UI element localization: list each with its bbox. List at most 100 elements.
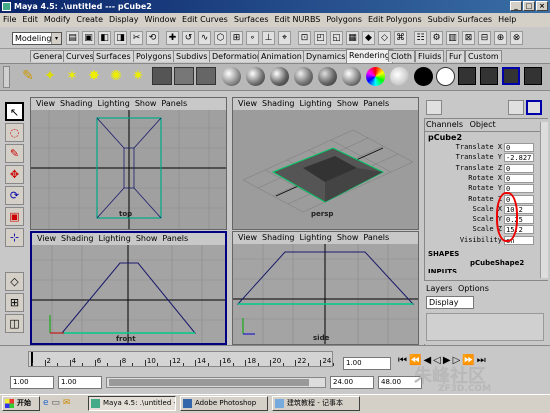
- status-tool-icon[interactable]: ⚙: [430, 31, 443, 45]
- ipr-render-icon[interactable]: [480, 67, 498, 85]
- viewport-top[interactable]: View Shading Lighting Show Panels top: [30, 97, 227, 230]
- vp-menu-shading[interactable]: Shading: [61, 234, 94, 243]
- channel-row[interactable]: Translate X0: [426, 143, 536, 153]
- status-tool-icon[interactable]: ⊟: [478, 31, 491, 45]
- status-tool-icon[interactable]: ◧: [98, 31, 111, 45]
- lambert-sphere-icon[interactable]: [222, 67, 241, 86]
- clapper-render-icon[interactable]: [458, 67, 476, 85]
- task-notepad[interactable]: 建筑教程 - 记事本: [272, 396, 360, 411]
- shelf-tab-custom[interactable]: Custom: [465, 50, 502, 62]
- vp-menu-panels[interactable]: Panels: [363, 99, 389, 108]
- phong-sphere-icon[interactable]: [270, 67, 289, 86]
- directional-light-icon[interactable]: ✶: [62, 66, 82, 86]
- task-maya[interactable]: Maya 4.5: .\untitled ---: [88, 396, 176, 411]
- phonge-sphere-icon[interactable]: [294, 67, 313, 86]
- go-to-start-icon[interactable]: ⏮: [398, 355, 409, 366]
- shelf-tab-deformation[interactable]: Deformation: [209, 50, 265, 62]
- status-tool-icon[interactable]: ⟲: [146, 31, 159, 45]
- shelf-menu-icon[interactable]: [3, 66, 10, 88]
- vp-menu-lighting[interactable]: Lighting: [98, 234, 130, 243]
- status-tool-icon[interactable]: ◨: [114, 31, 127, 45]
- vp-menu-shading[interactable]: Shading: [60, 99, 93, 108]
- vp-menu-view[interactable]: View: [36, 99, 55, 108]
- hypershade-icon[interactable]: [524, 67, 542, 85]
- shelf-tab-dynamics[interactable]: Dynamics: [303, 50, 349, 62]
- menu-display[interactable]: Display: [106, 13, 142, 27]
- layer-editor-icon[interactable]: [508, 100, 524, 115]
- pencil-light-icon[interactable]: ✎: [18, 66, 38, 86]
- channel-value-field[interactable]: 0: [504, 173, 534, 183]
- vp-menu-show[interactable]: Show: [136, 234, 158, 243]
- channel-value-field[interactable]: 0: [504, 163, 534, 173]
- playback-end-field[interactable]: 24.00: [330, 376, 374, 389]
- status-tool-icon[interactable]: ⌘: [394, 31, 407, 45]
- shelf-tab-general[interactable]: General: [30, 50, 68, 62]
- vp-menu-panels[interactable]: Panels: [162, 234, 188, 243]
- current-time-field[interactable]: 1.00: [343, 357, 391, 370]
- status-tool-icon[interactable]: ◇: [378, 31, 391, 45]
- menu-edit[interactable]: Edit: [19, 13, 41, 27]
- layer-display-dropdown[interactable]: Display: [426, 296, 474, 309]
- ramp-sphere-icon[interactable]: [366, 67, 385, 86]
- scale-tool-icon[interactable]: ▣: [5, 207, 24, 226]
- status-tool-icon[interactable]: ⊥: [262, 31, 275, 45]
- vp-menu-lighting[interactable]: Lighting: [299, 233, 331, 242]
- status-tool-icon[interactable]: ⊠: [462, 31, 475, 45]
- status-tool-icon[interactable]: ∿: [198, 31, 211, 45]
- status-tool-icon[interactable]: ⬡: [214, 31, 227, 45]
- channel-row[interactable]: Rotate Z0: [426, 194, 536, 205]
- status-tool-icon[interactable]: ☷: [414, 31, 427, 45]
- point-light-icon[interactable]: ✸: [84, 66, 104, 86]
- status-tool-icon[interactable]: ▣: [82, 31, 95, 45]
- vp-menu-view[interactable]: View: [238, 233, 257, 242]
- anim-start-field[interactable]: 1.00: [58, 376, 102, 389]
- vp-menu-panels[interactable]: Panels: [363, 233, 389, 242]
- channel-row[interactable]: Visibility on: [426, 235, 536, 246]
- menu-window[interactable]: Window: [142, 13, 180, 27]
- persp-outliner-layout-icon[interactable]: ◫: [5, 314, 24, 333]
- layer-list[interactable]: [426, 313, 544, 341]
- vp-menu-shading[interactable]: Shading: [262, 233, 295, 242]
- shelf-tab-animation[interactable]: Animation: [258, 50, 305, 62]
- status-tool-icon[interactable]: ▤: [66, 31, 79, 45]
- blinn-sphere-icon[interactable]: [246, 67, 265, 86]
- menu-file[interactable]: File: [0, 13, 19, 27]
- move-tool-icon[interactable]: ✥: [5, 165, 24, 184]
- vp-menu-lighting[interactable]: Lighting: [97, 99, 129, 108]
- channel-row[interactable]: Scale Z 15.2: [426, 225, 536, 235]
- vp-menu-view[interactable]: View: [238, 99, 257, 108]
- status-tool-icon[interactable]: ⊗: [510, 31, 523, 45]
- task-photoshop[interactable]: Adobe Photoshop: [180, 396, 268, 411]
- show-desktop-icon[interactable]: ▭: [51, 398, 60, 408]
- channel-row[interactable]: Rotate Y0: [426, 184, 536, 194]
- tab-options[interactable]: Options: [458, 284, 489, 293]
- vp-menu-show[interactable]: Show: [337, 233, 359, 242]
- shelf-tab-fluids[interactable]: Fluids: [415, 50, 445, 62]
- channel-value-field[interactable]: 0: [504, 143, 534, 152]
- time-ruler[interactable]: 2 4 6 8 10 12 14 16 18 20 22 24: [28, 351, 334, 367]
- layered-sphere-icon[interactable]: [342, 67, 361, 86]
- status-tool-icon[interactable]: ▥: [446, 31, 459, 45]
- surface-sphere-icon[interactable]: [390, 67, 409, 86]
- render-settings-icon[interactable]: [502, 67, 520, 85]
- manipulator-tool-icon[interactable]: ⊹: [5, 228, 24, 247]
- shelf-tab-fur[interactable]: Fur: [446, 50, 465, 62]
- aim-camera-icon[interactable]: [196, 67, 216, 85]
- status-tool-icon[interactable]: ∘: [246, 31, 259, 45]
- shelf-tab-rendering[interactable]: Rendering: [346, 49, 393, 63]
- viewport-persp[interactable]: View Shading Lighting Show Panels persp: [232, 97, 419, 230]
- attribute-editor-icon[interactable]: [426, 100, 442, 115]
- vp-menu-view[interactable]: View: [37, 234, 56, 243]
- menu-create[interactable]: Create: [73, 13, 106, 27]
- shelf-tab-polygons[interactable]: Polygons: [133, 50, 175, 62]
- status-tool-icon[interactable]: ◰: [314, 31, 327, 45]
- area-light-icon[interactable]: ✷: [128, 66, 148, 86]
- single-pane-layout-icon[interactable]: ◇: [5, 272, 24, 291]
- menu-subdiv-surfaces[interactable]: Subdiv Surfaces: [425, 13, 495, 27]
- vp-menu-show[interactable]: Show: [337, 99, 359, 108]
- four-pane-layout-icon[interactable]: ⊞: [5, 293, 24, 312]
- tab-channels[interactable]: Channels: [426, 120, 463, 129]
- playback-start-field[interactable]: 1.00: [10, 376, 54, 389]
- channel-row[interactable]: Rotate X0: [426, 173, 536, 184]
- outlook-icon[interactable]: ✉: [63, 398, 71, 408]
